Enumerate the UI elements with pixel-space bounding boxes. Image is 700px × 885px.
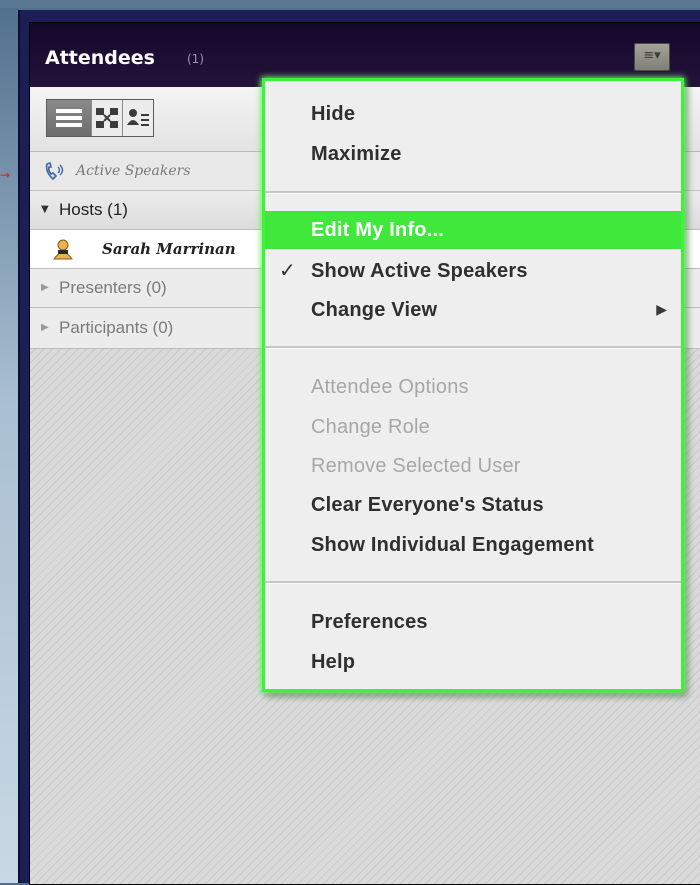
menu-item-preferences[interactable]: Preferences xyxy=(265,603,681,641)
menu-separator xyxy=(265,581,681,584)
attendee-status-view-icon xyxy=(127,109,149,126)
attendee-count: (1) xyxy=(187,52,204,66)
menu-item-label: Clear Everyone's Status xyxy=(311,494,544,516)
menu-item-maximize[interactable]: Maximize xyxy=(265,135,681,173)
group-label: Presenters (0) xyxy=(59,278,167,297)
menu-item-label: Hide xyxy=(311,103,356,125)
expanded-triangle-icon: ▼ xyxy=(41,204,49,215)
collapsed-triangle-icon: ▶ xyxy=(41,282,49,293)
menu-item-help[interactable]: Help xyxy=(265,643,681,681)
menu-item-label: Maximize xyxy=(311,143,402,165)
menu-item-change-view[interactable]: Change View ▶ xyxy=(265,291,681,329)
menu-separator xyxy=(265,191,681,194)
menu-item-label: Preferences xyxy=(311,611,428,633)
menu-item-change-role: Change Role xyxy=(265,408,681,446)
menu-item-label: Remove Selected User xyxy=(311,455,521,477)
menu-item-clear-status[interactable]: Clear Everyone's Status xyxy=(265,486,681,524)
breakout-view-icon xyxy=(96,108,118,128)
submenu-arrow-icon: ▶ xyxy=(656,301,667,317)
breakout-view-button[interactable] xyxy=(92,100,123,136)
group-label: Hosts (1) xyxy=(59,200,128,219)
menu-item-remove-selected-user: Remove Selected User xyxy=(265,447,681,485)
menu-item-edit-my-info[interactable]: Edit My Info... xyxy=(265,211,681,249)
pod-menu-button[interactable]: ≡▾ xyxy=(634,43,670,71)
phone-speaking-icon xyxy=(45,162,64,181)
group-label: Participants (0) xyxy=(59,318,174,337)
pointer-arrow-icon: → xyxy=(0,168,11,182)
menu-item-label: Edit My Info... xyxy=(311,219,444,241)
check-icon: ✓ xyxy=(279,260,296,282)
attendee-name: Sarah Marrinan xyxy=(102,240,236,258)
host-user-icon xyxy=(53,239,73,260)
menu-item-attendee-options: Attendee Options xyxy=(265,368,681,406)
menu-item-hide[interactable]: Hide xyxy=(265,95,681,133)
list-view-icon xyxy=(56,109,82,127)
list-view-button[interactable] xyxy=(47,100,92,136)
menu-separator xyxy=(265,346,681,349)
menu-item-show-individual-engagement[interactable]: Show Individual Engagement xyxy=(265,526,681,564)
view-switcher xyxy=(46,99,154,137)
menu-item-label: Show Individual Engagement xyxy=(311,534,595,556)
active-speakers-label: Active Speakers xyxy=(76,163,191,179)
attendee-status-view-button[interactable] xyxy=(123,100,153,136)
pod-options-menu: Hide Maximize Edit My Info... ✓ Show Act… xyxy=(262,78,684,692)
pod-menu-icon: ≡▾ xyxy=(643,48,661,63)
collapsed-triangle-icon: ▶ xyxy=(41,322,49,333)
top-strip xyxy=(0,0,700,8)
pod-title: Attendees xyxy=(45,47,155,69)
menu-item-show-active-speakers[interactable]: ✓ Show Active Speakers xyxy=(265,252,681,290)
menu-item-label: Show Active Speakers xyxy=(311,260,528,282)
menu-item-label: Change View xyxy=(311,299,438,321)
menu-item-label: Change Role xyxy=(311,416,430,438)
menu-item-label: Attendee Options xyxy=(311,376,469,398)
menu-item-label: Help xyxy=(311,651,356,673)
